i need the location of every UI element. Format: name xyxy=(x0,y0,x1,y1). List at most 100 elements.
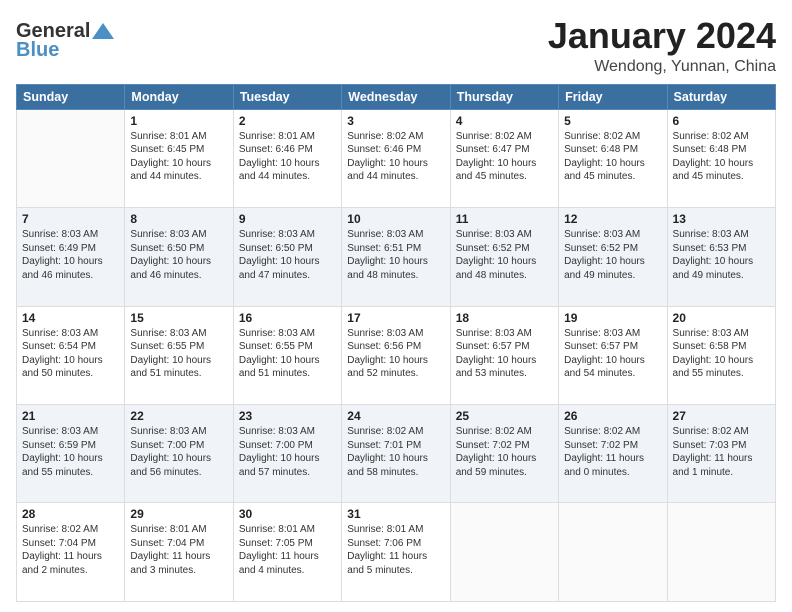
day-info: Sunrise: 8:03 AM Sunset: 6:51 PM Dayligh… xyxy=(347,228,444,282)
day-info: Sunrise: 8:02 AM Sunset: 7:04 PM Dayligh… xyxy=(22,523,119,577)
calendar-week-row: 21 Sunrise: 8:03 AM Sunset: 6:59 PM Dayli… xyxy=(17,405,776,503)
calendar-cell: 12 Sunrise: 8:03 AM Sunset: 6:52 PM Dayli… xyxy=(559,208,667,306)
day-number: 29 xyxy=(130,507,227,521)
calendar-cell: 1 Sunrise: 8:01 AM Sunset: 6:45 PM Daylig… xyxy=(125,109,233,207)
day-number: 4 xyxy=(456,114,553,128)
calendar-cell: 13 Sunrise: 8:03 AM Sunset: 6:53 PM Dayli… xyxy=(667,208,775,306)
day-info: Sunrise: 8:03 AM Sunset: 6:54 PM Dayligh… xyxy=(22,327,119,381)
day-number: 21 xyxy=(22,409,119,423)
day-info: Sunrise: 8:02 AM Sunset: 7:03 PM Dayligh… xyxy=(673,425,770,479)
day-number: 18 xyxy=(456,311,553,325)
calendar-week-row: 1 Sunrise: 8:01 AM Sunset: 6:45 PM Daylig… xyxy=(17,109,776,207)
calendar-cell xyxy=(667,503,775,602)
day-number: 19 xyxy=(564,311,661,325)
day-number: 24 xyxy=(347,409,444,423)
day-number: 25 xyxy=(456,409,553,423)
day-info: Sunrise: 8:03 AM Sunset: 7:00 PM Dayligh… xyxy=(130,425,227,479)
location: Wendong, Yunnan, China xyxy=(548,58,776,76)
calendar-cell: 11 Sunrise: 8:03 AM Sunset: 6:52 PM Dayli… xyxy=(450,208,558,306)
calendar-cell: 9 Sunrise: 8:03 AM Sunset: 6:50 PM Daylig… xyxy=(233,208,341,306)
day-info: Sunrise: 8:02 AM Sunset: 6:48 PM Dayligh… xyxy=(564,130,661,184)
day-number: 8 xyxy=(130,212,227,226)
calendar-cell: 17Sunrise: 8:03 AM Sunset: 6:56 PM Dayli… xyxy=(342,306,450,404)
weekday-header-sunday: Sunday xyxy=(17,84,125,109)
calendar-cell: 2 Sunrise: 8:01 AM Sunset: 6:46 PM Daylig… xyxy=(233,109,341,207)
calendar-cell: 29 Sunrise: 8:01 AM Sunset: 7:04 PM Dayli… xyxy=(125,503,233,602)
calendar-table: SundayMondayTuesdayWednesdayThursdayFrid… xyxy=(16,84,776,602)
calendar-cell: 4 Sunrise: 8:02 AM Sunset: 6:47 PM Daylig… xyxy=(450,109,558,207)
day-number: 23 xyxy=(239,409,336,423)
day-number: 2 xyxy=(239,114,336,128)
day-info: Sunrise: 8:03 AM Sunset: 6:56 PM Dayligh… xyxy=(347,327,444,381)
day-info: Sunrise: 8:01 AM Sunset: 7:04 PM Dayligh… xyxy=(130,523,227,577)
calendar-cell: 27 Sunrise: 8:02 AM Sunset: 7:03 PM Dayli… xyxy=(667,405,775,503)
day-info: Sunrise: 8:03 AM Sunset: 7:00 PM Dayligh… xyxy=(239,425,336,479)
day-info: Sunrise: 8:03 AM Sunset: 6:58 PM Dayligh… xyxy=(673,327,770,381)
calendar-cell: 8Sunrise: 8:03 AM Sunset: 6:50 PM Daylig… xyxy=(125,208,233,306)
calendar-cell: 23 Sunrise: 8:03 AM Sunset: 7:00 PM Dayli… xyxy=(233,405,341,503)
day-number: 30 xyxy=(239,507,336,521)
day-info: Sunrise: 8:03 AM Sunset: 6:55 PM Dayligh… xyxy=(130,327,227,381)
calendar-cell: 20 Sunrise: 8:03 AM Sunset: 6:58 PM Dayli… xyxy=(667,306,775,404)
day-info: Sunrise: 8:03 AM Sunset: 6:52 PM Dayligh… xyxy=(564,228,661,282)
calendar-cell: 5 Sunrise: 8:02 AM Sunset: 6:48 PM Daylig… xyxy=(559,109,667,207)
day-number: 1 xyxy=(130,114,227,128)
calendar-cell: 28Sunrise: 8:02 AM Sunset: 7:04 PM Dayli… xyxy=(17,503,125,602)
day-number: 13 xyxy=(673,212,770,226)
day-number: 3 xyxy=(347,114,444,128)
day-info: Sunrise: 8:03 AM Sunset: 6:49 PM Dayligh… xyxy=(22,228,119,282)
calendar-cell: 15Sunrise: 8:03 AM Sunset: 6:55 PM Dayli… xyxy=(125,306,233,404)
calendar-cell: 18 Sunrise: 8:03 AM Sunset: 6:57 PM Dayli… xyxy=(450,306,558,404)
day-info: Sunrise: 8:03 AM Sunset: 6:57 PM Dayligh… xyxy=(456,327,553,381)
logo-blue: Blue xyxy=(16,39,59,62)
calendar-week-row: 7 Sunrise: 8:03 AM Sunset: 6:49 PM Daylig… xyxy=(17,208,776,306)
calendar-cell: 31 Sunrise: 8:01 AM Sunset: 7:06 PM Dayli… xyxy=(342,503,450,602)
weekday-header-tuesday: Tuesday xyxy=(233,84,341,109)
day-number: 10 xyxy=(347,212,444,226)
day-info: Sunrise: 8:01 AM Sunset: 6:46 PM Dayligh… xyxy=(239,130,336,184)
day-number: 14 xyxy=(22,311,119,325)
day-info: Sunrise: 8:02 AM Sunset: 7:01 PM Dayligh… xyxy=(347,425,444,479)
day-info: Sunrise: 8:02 AM Sunset: 7:02 PM Dayligh… xyxy=(564,425,661,479)
calendar-cell: 30Sunrise: 8:01 AM Sunset: 7:05 PM Dayli… xyxy=(233,503,341,602)
calendar-cell: 10 Sunrise: 8:03 AM Sunset: 6:51 PM Dayli… xyxy=(342,208,450,306)
day-number: 31 xyxy=(347,507,444,521)
header: General Blue January 2024 Wendong, Yunna… xyxy=(16,16,776,76)
title-block: January 2024 Wendong, Yunnan, China xyxy=(548,16,776,76)
calendar-cell: 21 Sunrise: 8:03 AM Sunset: 6:59 PM Dayli… xyxy=(17,405,125,503)
day-info: Sunrise: 8:03 AM Sunset: 6:59 PM Dayligh… xyxy=(22,425,119,479)
day-info: Sunrise: 8:01 AM Sunset: 6:45 PM Dayligh… xyxy=(130,130,227,184)
day-info: Sunrise: 8:03 AM Sunset: 6:55 PM Dayligh… xyxy=(239,327,336,381)
day-info: Sunrise: 8:02 AM Sunset: 7:02 PM Dayligh… xyxy=(456,425,553,479)
weekday-header-friday: Friday xyxy=(559,84,667,109)
day-info: Sunrise: 8:02 AM Sunset: 6:47 PM Dayligh… xyxy=(456,130,553,184)
day-number: 27 xyxy=(673,409,770,423)
calendar-cell: 14 Sunrise: 8:03 AM Sunset: 6:54 PM Dayli… xyxy=(17,306,125,404)
day-number: 7 xyxy=(22,212,119,226)
day-info: Sunrise: 8:02 AM Sunset: 6:46 PM Dayligh… xyxy=(347,130,444,184)
calendar-cell: 7 Sunrise: 8:03 AM Sunset: 6:49 PM Daylig… xyxy=(17,208,125,306)
month-title: January 2024 xyxy=(548,16,776,56)
day-info: Sunrise: 8:02 AM Sunset: 6:48 PM Dayligh… xyxy=(673,130,770,184)
day-number: 20 xyxy=(673,311,770,325)
day-number: 22 xyxy=(130,409,227,423)
weekday-header-monday: Monday xyxy=(125,84,233,109)
day-number: 9 xyxy=(239,212,336,226)
day-info: Sunrise: 8:03 AM Sunset: 6:52 PM Dayligh… xyxy=(456,228,553,282)
calendar-cell xyxy=(17,109,125,207)
calendar-week-row: 14 Sunrise: 8:03 AM Sunset: 6:54 PM Dayli… xyxy=(17,306,776,404)
day-number: 12 xyxy=(564,212,661,226)
day-info: Sunrise: 8:01 AM Sunset: 7:06 PM Dayligh… xyxy=(347,523,444,577)
calendar-cell: 24 Sunrise: 8:02 AM Sunset: 7:01 PM Dayli… xyxy=(342,405,450,503)
day-info: Sunrise: 8:03 AM Sunset: 6:53 PM Dayligh… xyxy=(673,228,770,282)
day-info: Sunrise: 8:03 AM Sunset: 6:50 PM Dayligh… xyxy=(239,228,336,282)
day-number: 11 xyxy=(456,212,553,226)
logo: General Blue xyxy=(16,20,114,62)
calendar-cell: 19Sunrise: 8:03 AM Sunset: 6:57 PM Dayli… xyxy=(559,306,667,404)
weekday-header-wednesday: Wednesday xyxy=(342,84,450,109)
calendar-cell: 6Sunrise: 8:02 AM Sunset: 6:48 PM Daylig… xyxy=(667,109,775,207)
logo-icon xyxy=(92,23,114,39)
calendar-week-row: 28Sunrise: 8:02 AM Sunset: 7:04 PM Dayli… xyxy=(17,503,776,602)
day-number: 5 xyxy=(564,114,661,128)
calendar-cell: 3 Sunrise: 8:02 AM Sunset: 6:46 PM Daylig… xyxy=(342,109,450,207)
